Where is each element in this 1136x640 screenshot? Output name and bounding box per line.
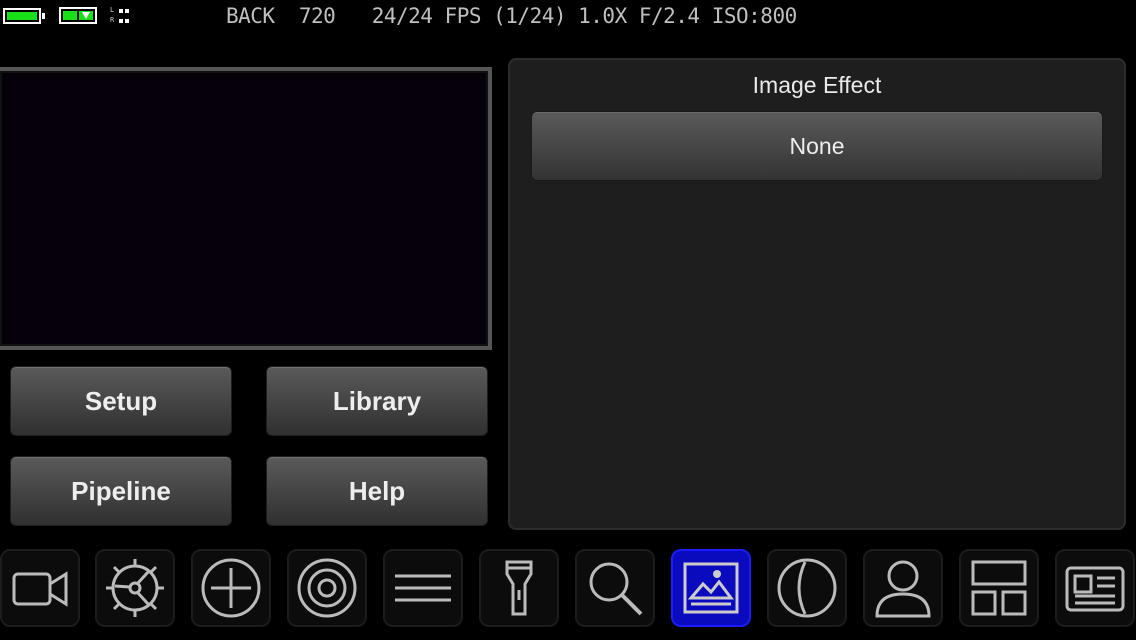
article-icon <box>1065 566 1125 612</box>
status-bar: L R BACK 720 24/24 FPS (1/24) 1.0X F/2.4… <box>0 0 1136 36</box>
camera-status-readout: BACK 720 24/24 FPS (1/24) 1.0X F/2.4 ISO… <box>226 4 797 28</box>
preview-viewport <box>6 75 486 344</box>
camera-preview[interactable] <box>0 67 492 350</box>
torch-tool-button[interactable] <box>479 549 559 627</box>
audio-left-label: L <box>110 6 115 14</box>
target-icon <box>297 558 357 618</box>
image-effect-tool-button[interactable] <box>671 549 751 627</box>
audio-right-label: R <box>110 16 115 24</box>
library-button[interactable]: Library <box>266 366 488 436</box>
help-button[interactable]: Help <box>266 456 488 526</box>
info-tool-button[interactable] <box>1055 549 1135 627</box>
setup-button[interactable]: Setup <box>10 366 232 436</box>
storage-icon <box>59 7 97 24</box>
pipeline-button[interactable]: Pipeline <box>10 456 232 526</box>
image-icon <box>683 562 739 614</box>
gear-icon <box>106 559 164 617</box>
contrast-tool-button[interactable] <box>767 549 847 627</box>
image-effect-panel: Image Effect None <box>508 58 1126 530</box>
face-detect-button[interactable] <box>863 549 943 627</box>
focus-target-button[interactable] <box>287 549 367 627</box>
video-camera-button[interactable] <box>0 549 80 627</box>
flashlight-icon <box>505 560 533 616</box>
menu-tool-button[interactable] <box>383 549 463 627</box>
layout-tool-button[interactable] <box>959 549 1039 627</box>
settings-tool-button[interactable] <box>95 549 175 627</box>
image-effect-selector[interactable]: None <box>531 111 1103 181</box>
zoom-tool-button[interactable] <box>575 549 655 627</box>
person-icon <box>875 560 931 618</box>
battery-full-icon <box>3 8 45 24</box>
video-camera-icon <box>12 571 68 607</box>
panel-title: Image Effect <box>752 72 882 98</box>
menu-lines-icon <box>395 574 451 602</box>
contrast-icon <box>777 558 837 618</box>
layout-icon <box>971 560 1027 616</box>
crosshair-icon <box>201 558 261 618</box>
magnifier-icon <box>589 562 643 616</box>
audio-meter-icon: L R <box>108 7 132 27</box>
crosshair-tool-button[interactable] <box>191 549 271 627</box>
